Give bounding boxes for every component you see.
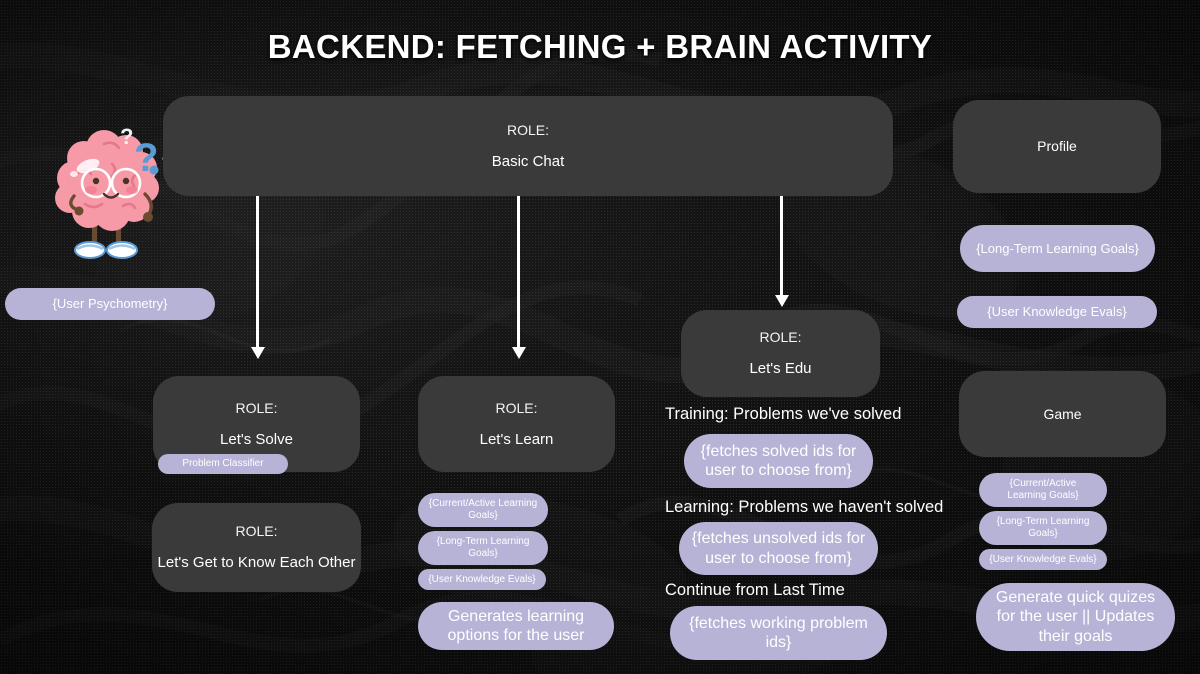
pill-generate-quick-quizes[interactable]: Generate quick quizes for the user || Up… [976, 583, 1175, 651]
arrow-basic-chat-to-lets-solve [256, 196, 259, 348]
pill-label: {Long-Term Learning Goals} [436, 536, 530, 559]
pill-label: {User Knowledge Evals} [987, 304, 1127, 320]
heading-continue-from-last-time: Continue from Last Time [665, 581, 845, 599]
arrow-basic-chat-to-lets-edu [780, 196, 783, 296]
pill-profile-long-term-goals[interactable]: {Long-Term Learning Goals} [960, 225, 1155, 272]
role-value: Let's Get to Know Each Other [157, 554, 356, 572]
page-title: BACKEND: FETCHING + BRAIN ACTIVITY [267, 28, 933, 65]
role-value: Let's Learn [479, 430, 554, 448]
role-label: ROLE: [506, 121, 549, 138]
pill-label: {Current/Active Learning Goals} [1007, 478, 1079, 501]
role-value: Let's Edu [749, 360, 812, 378]
role-label: ROLE: [235, 399, 278, 416]
role-value: Basic Chat [491, 152, 565, 170]
question-mark-icon-large: ? [134, 136, 159, 180]
card-lets-edu[interactable]: ROLE: Let's Edu [681, 310, 880, 397]
pill-user-psychometry[interactable]: {User Psychometry} [5, 288, 215, 320]
role-label: ROLE: [235, 523, 278, 540]
pill-label: Generate quick quizes for the user || Up… [995, 589, 1156, 645]
pill-game-knowledge-evals[interactable]: {User Knowledge Evals} [979, 549, 1107, 570]
pill-lets-learn-long-term-goals[interactable]: {Long-Term Learning Goals} [418, 531, 548, 565]
badge-problem-classifier[interactable]: Problem Classifier [158, 454, 288, 474]
pill-generates-learning-options[interactable]: Generates learning options for the user [418, 602, 614, 650]
card-label: Game [1043, 405, 1082, 422]
pill-lets-learn-knowledge-evals[interactable]: {User Knowledge Evals} [418, 569, 546, 590]
heading-learning-problems-unsolved: Learning: Problems we haven't solved [665, 498, 944, 516]
pill-label: Generates learning options for the user [447, 607, 585, 644]
role-value: Let's Solve [220, 430, 293, 448]
card-basic-chat[interactable]: ROLE: Basic Chat [163, 96, 893, 196]
pill-game-long-term-goals[interactable]: {Long-Term Learning Goals} [979, 511, 1107, 545]
pill-fetches-unsolved-ids[interactable]: {fetches unsolved ids for user to choose… [679, 522, 878, 575]
pill-game-current-goals[interactable]: {Current/Active Learning Goals} [979, 473, 1107, 507]
pill-label: {fetches solved ids for user to choose f… [700, 442, 857, 479]
card-game[interactable]: Game [959, 371, 1166, 457]
badge-label: Problem Classifier [182, 458, 264, 469]
arrow-basic-chat-to-lets-learn [517, 196, 520, 348]
pill-profile-knowledge-evals[interactable]: {User Knowledge Evals} [957, 296, 1157, 328]
pill-label: {fetches unsolved ids for user to choose… [691, 530, 866, 567]
pill-label: {Current/Active Learning Goals} [428, 498, 538, 521]
card-lets-get-to-know-each-other[interactable]: ROLE: Let's Get to Know Each Other [152, 503, 361, 592]
heading-training-problems-solved: Training: Problems we've solved [665, 405, 902, 423]
pill-label: {User Knowledge Evals} [428, 573, 536, 585]
pill-label: {User Knowledge Evals} [989, 553, 1097, 565]
card-profile[interactable]: Profile [953, 100, 1161, 193]
pill-lets-learn-current-goals[interactable]: {Current/Active Learning Goals} [418, 493, 548, 527]
question-mark-icon-small: ? [120, 124, 134, 149]
pill-label: {fetches working problem ids} [689, 614, 868, 651]
role-label: ROLE: [495, 399, 538, 416]
card-label: Profile [1037, 138, 1077, 155]
pill-label: {User Psychometry} [52, 296, 168, 312]
pill-fetches-solved-ids[interactable]: {fetches solved ids for user to choose f… [684, 434, 873, 488]
card-lets-learn[interactable]: ROLE: Let's Learn [418, 376, 615, 472]
pill-label: {Long-Term Learning Goals} [976, 240, 1139, 256]
pill-label: {Long-Term Learning Goals} [996, 516, 1090, 539]
pill-fetches-working-problem-ids[interactable]: {fetches working problem ids} [670, 606, 887, 660]
slide-canvas: BACKEND: FETCHING + BRAIN ACTIVITY ? ? {… [0, 0, 1200, 674]
role-label: ROLE: [759, 329, 802, 346]
